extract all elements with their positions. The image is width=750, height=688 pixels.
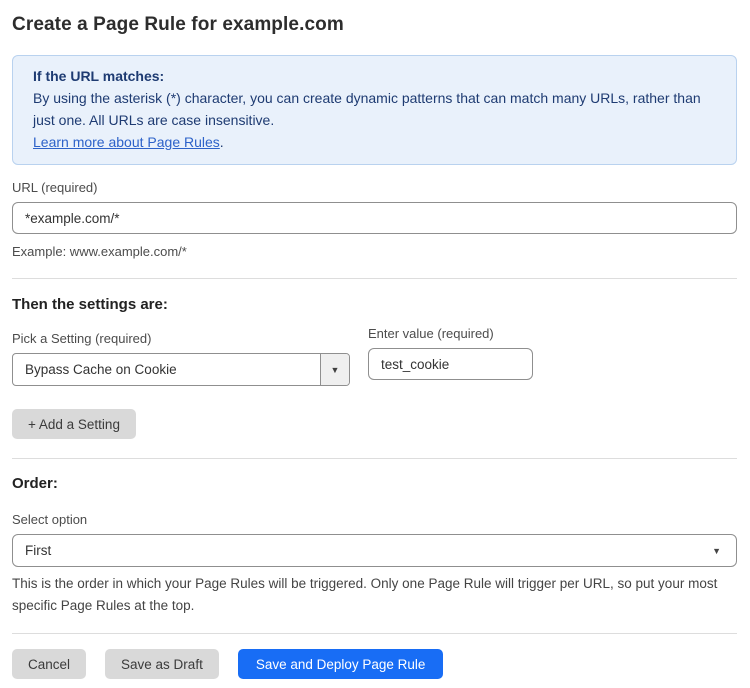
- setting-dropdown[interactable]: Bypass Cache on Cookie ▼: [12, 353, 350, 386]
- save-draft-button[interactable]: Save as Draft: [105, 649, 219, 679]
- order-select[interactable]: First ▼: [12, 534, 737, 567]
- info-box-link-line: Learn more about Page Rules.: [33, 131, 716, 153]
- learn-more-link[interactable]: Learn more about Page Rules: [33, 134, 220, 150]
- enter-value-column: Enter value (required): [368, 326, 533, 386]
- order-helper-text: This is the order in which your Page Rul…: [12, 573, 737, 617]
- link-period: .: [220, 134, 224, 150]
- url-match-info-box: If the URL matches: By using the asteris…: [12, 55, 737, 165]
- info-box-body: By using the asterisk (*) character, you…: [33, 87, 716, 131]
- pick-setting-label: Pick a Setting (required): [12, 331, 350, 346]
- divider-url-settings: [12, 278, 737, 279]
- create-page-rule-form: Create a Page Rule for example.com If th…: [0, 0, 750, 679]
- add-setting-button[interactable]: + Add a Setting: [12, 409, 136, 439]
- order-select-chevron-down-icon: ▼: [712, 546, 721, 556]
- divider-settings-order: [12, 458, 737, 459]
- settings-row: Pick a Setting (required) Bypass Cache o…: [12, 316, 737, 386]
- order-section-heading: Order:: [12, 475, 737, 492]
- page-title: Create a Page Rule for example.com: [12, 14, 737, 36]
- url-helper-text: Example: www.example.com/*: [12, 241, 737, 262]
- url-input[interactable]: [12, 202, 737, 234]
- footer-buttons: Cancel Save as Draft Save and Deploy Pag…: [12, 649, 737, 679]
- cancel-button[interactable]: Cancel: [12, 649, 86, 679]
- setting-value-input[interactable]: [368, 348, 533, 380]
- settings-section-heading: Then the settings are:: [12, 296, 737, 313]
- enter-value-label: Enter value (required): [368, 326, 533, 341]
- chevron-down-icon: ▼: [331, 365, 340, 375]
- select-option-label: Select option: [12, 512, 737, 527]
- url-label: URL (required): [12, 180, 737, 195]
- setting-dropdown-value: Bypass Cache on Cookie: [13, 354, 320, 385]
- divider-order-footer: [12, 633, 737, 634]
- save-deploy-button[interactable]: Save and Deploy Page Rule: [238, 649, 444, 679]
- setting-dropdown-arrow-button[interactable]: ▼: [320, 354, 349, 385]
- order-select-value: First: [25, 543, 51, 558]
- pick-setting-column: Pick a Setting (required) Bypass Cache o…: [12, 316, 350, 386]
- info-box-heading: If the URL matches:: [33, 65, 716, 87]
